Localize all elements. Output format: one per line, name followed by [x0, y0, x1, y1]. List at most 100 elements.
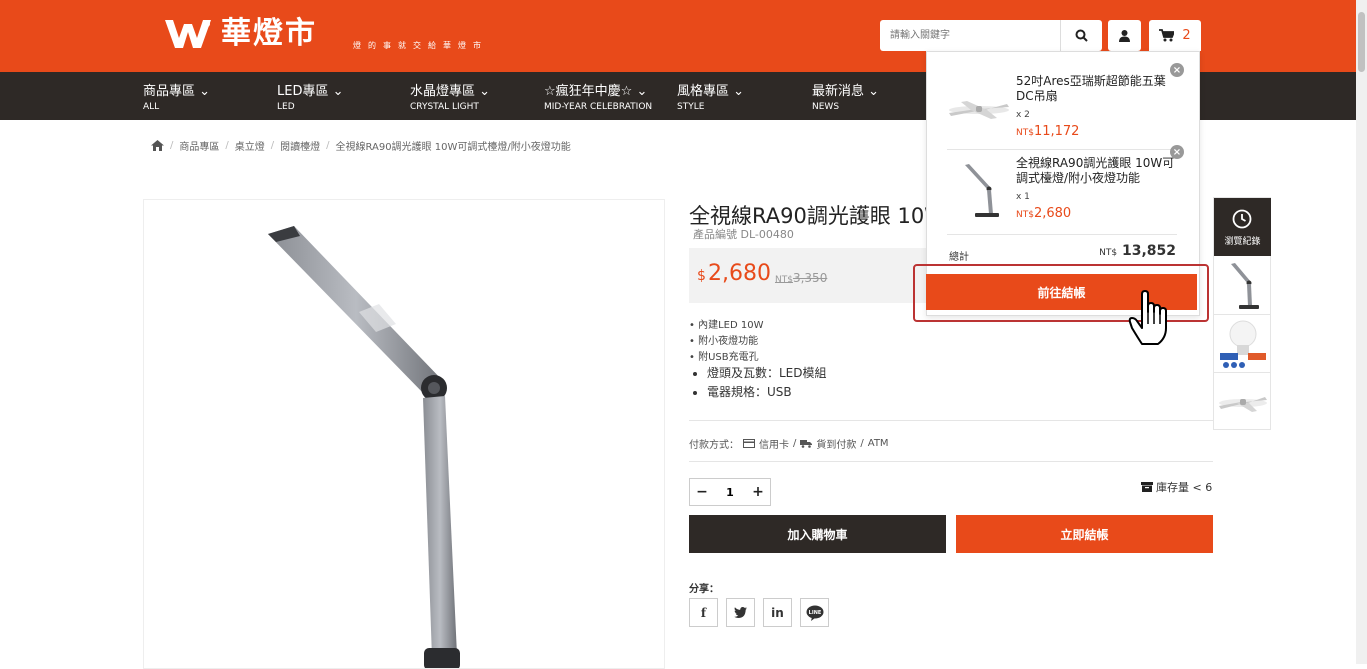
history-item[interactable] — [1214, 258, 1271, 315]
remove-item-button[interactable]: × — [1170, 63, 1184, 77]
buy-now-button[interactable]: 立即結帳 — [956, 515, 1213, 553]
cart-item-currency: NT$ — [1016, 128, 1034, 138]
price-currency: $ — [697, 268, 706, 284]
stock-info: 庫存量 < 6 — [1141, 479, 1212, 495]
chevron-down-icon: ⌄ — [733, 84, 745, 99]
product-image[interactable] — [143, 199, 665, 669]
user-icon — [1119, 30, 1130, 42]
quantity-stepper: − + — [689, 478, 771, 506]
cart-item: 全視線RA90調光護眼 10W可調式檯燈/附小夜燈功能 x 1 NT$2,680 — [947, 156, 1177, 226]
share-twitter-button[interactable] — [726, 598, 755, 627]
cart-item-qty: x 2 — [1016, 110, 1030, 120]
breadcrumb-separator: / — [170, 140, 174, 151]
breadcrumb-link[interactable]: 商品專區 — [179, 138, 219, 153]
quantity-input[interactable] — [714, 479, 746, 505]
breadcrumb-link[interactable]: 閱讀檯燈 — [280, 138, 320, 153]
total-label: 總計 — [949, 252, 969, 263]
feature-item: • 內建LED 10W — [689, 320, 764, 331]
search-box — [880, 20, 1102, 51]
current-price: 2,680 — [708, 261, 771, 286]
ceiling-fan-thumbnail[interactable] — [947, 80, 1011, 140]
cart-count: 2 — [1182, 28, 1191, 43]
stock-text: 庫存量 < 6 — [1156, 481, 1213, 494]
history-item[interactable] — [1214, 316, 1271, 373]
original-price: NT$3,350 — [775, 271, 827, 285]
feature-item: • 附小夜燈功能 — [689, 336, 759, 347]
nav-label: 商品專區 — [143, 84, 196, 99]
nav-item-mid-year[interactable]: ☆瘋狂年中慶☆ ⌄ MID-YEAR CELEBRATION — [544, 84, 652, 113]
cart-item-qty: x 1 — [1016, 192, 1030, 202]
desk-lamp-image — [268, 226, 460, 668]
breadcrumb-link[interactable]: 桌立燈 — [235, 138, 265, 153]
total-currency: NT$ — [1099, 248, 1118, 258]
search-button[interactable] — [1060, 20, 1102, 51]
payment-card: 信用卡 — [759, 440, 789, 451]
nav-sublabel: LED — [277, 102, 295, 112]
desk-lamp-thumbnail[interactable] — [947, 162, 1011, 222]
price-box: $ 2,680 NT$3,350 — [689, 248, 929, 303]
nav-sublabel: MID-YEAR CELEBRATION — [544, 102, 653, 112]
nav-item-style[interactable]: 風格專區 ⌄ STYLE — [677, 84, 744, 113]
chevron-down-icon: ⌄ — [868, 84, 880, 99]
svg-text:LINE: LINE — [808, 610, 821, 616]
cart-item-name[interactable]: 全視線RA90調光護眼 10W可調式檯燈/附小夜燈功能 — [1016, 156, 1176, 186]
desk-lamp-thumbnail — [1230, 263, 1259, 309]
breadcrumb: / 商品專區 / 桌立燈 / 閱讀檯燈 / 全視線RA90調光護眼 10W可調式… — [151, 138, 571, 153]
divider — [689, 461, 1213, 462]
spec-item: 燈頭及瓦數：LED模組 — [689, 364, 827, 383]
product-code: 產品編號 DL-00480 — [693, 228, 794, 241]
logo[interactable]: 華燈市 — [163, 16, 317, 52]
nav-label: ☆瘋狂年中慶☆ — [544, 84, 633, 99]
facebook-icon: f — [700, 605, 707, 620]
nav-item-crystal-light[interactable]: 水晶燈專區 ⌄ CRYSTAL LIGHT — [410, 84, 490, 113]
chevron-down-icon: ⌄ — [479, 84, 491, 99]
archive-box-icon — [1141, 482, 1153, 492]
close-icon: × — [1172, 146, 1182, 158]
breadcrumb-separator: / — [225, 140, 229, 151]
spec-item: 電器規格：USB — [689, 383, 827, 402]
hand-pointer-cursor-icon — [1128, 290, 1167, 345]
history-label: 瀏覽紀錄 — [1224, 237, 1261, 247]
nav-item-news[interactable]: 最新消息 ⌄ NEWS — [812, 84, 879, 113]
home-icon[interactable] — [151, 140, 164, 151]
share-linkedin-button[interactable]: in — [763, 598, 792, 627]
cart-item-currency: NT$ — [1016, 210, 1034, 220]
search-icon — [1075, 29, 1088, 42]
nav-sublabel: ALL — [143, 102, 160, 112]
nav-item-all[interactable]: 商品專區 ⌄ ALL — [143, 84, 210, 113]
cart-item-price-value: 2,680 — [1033, 206, 1072, 221]
payment-cod: 貨到付款 — [816, 440, 857, 451]
cart-button[interactable]: 2 — [1149, 20, 1201, 51]
quantity-increase-button[interactable]: + — [746, 479, 770, 505]
history-item[interactable] — [1214, 374, 1271, 431]
nav-sublabel: STYLE — [677, 102, 705, 112]
breadcrumb-separator: / — [270, 140, 275, 151]
payment-separator: / — [860, 438, 864, 449]
page-scrollbar[interactable] — [1356, 0, 1367, 664]
cart-item: 52吋Ares亞瑞斯超節能五葉DC吊扇 x 2 NT$11,172 — [947, 74, 1177, 144]
browsing-history-toggle[interactable]: 瀏覽紀錄 — [1214, 198, 1271, 256]
remove-item-button[interactable]: × — [1170, 145, 1184, 159]
add-to-cart-button[interactable]: 加入購物車 — [689, 515, 946, 553]
search-input[interactable] — [880, 20, 1060, 51]
cart-item-price: NT$11,172 — [1016, 124, 1079, 139]
share-line-button[interactable]: LINE — [800, 598, 829, 627]
logo-mark-icon — [165, 20, 211, 48]
payment-separator: / — [793, 438, 797, 449]
share-label: 分享： — [689, 584, 719, 595]
nav-item-led[interactable]: LED專區 ⌄ LED — [277, 84, 344, 113]
brand-tagline: 燈的事就交給華燈市 — [353, 41, 488, 50]
nav-label: LED專區 — [277, 84, 329, 99]
breadcrumb-current: 全視線RA90調光護眼 10W可調式檯燈/附小夜燈功能 — [335, 142, 571, 153]
user-account-button[interactable] — [1108, 20, 1141, 51]
share-facebook-button[interactable]: f — [689, 598, 718, 627]
shopping-cart-icon — [1159, 29, 1175, 42]
quantity-decrease-button[interactable]: − — [690, 479, 714, 505]
clock-icon — [1232, 209, 1252, 229]
divider — [947, 149, 1177, 150]
scrollbar-thumb[interactable] — [1358, 12, 1365, 72]
twitter-icon — [734, 607, 747, 618]
chevron-down-icon: ⌄ — [332, 84, 344, 99]
cart-item-price-value: 11,172 — [1033, 124, 1080, 139]
cart-item-name[interactable]: 52吋Ares亞瑞斯超節能五葉DC吊扇 — [1016, 74, 1176, 104]
